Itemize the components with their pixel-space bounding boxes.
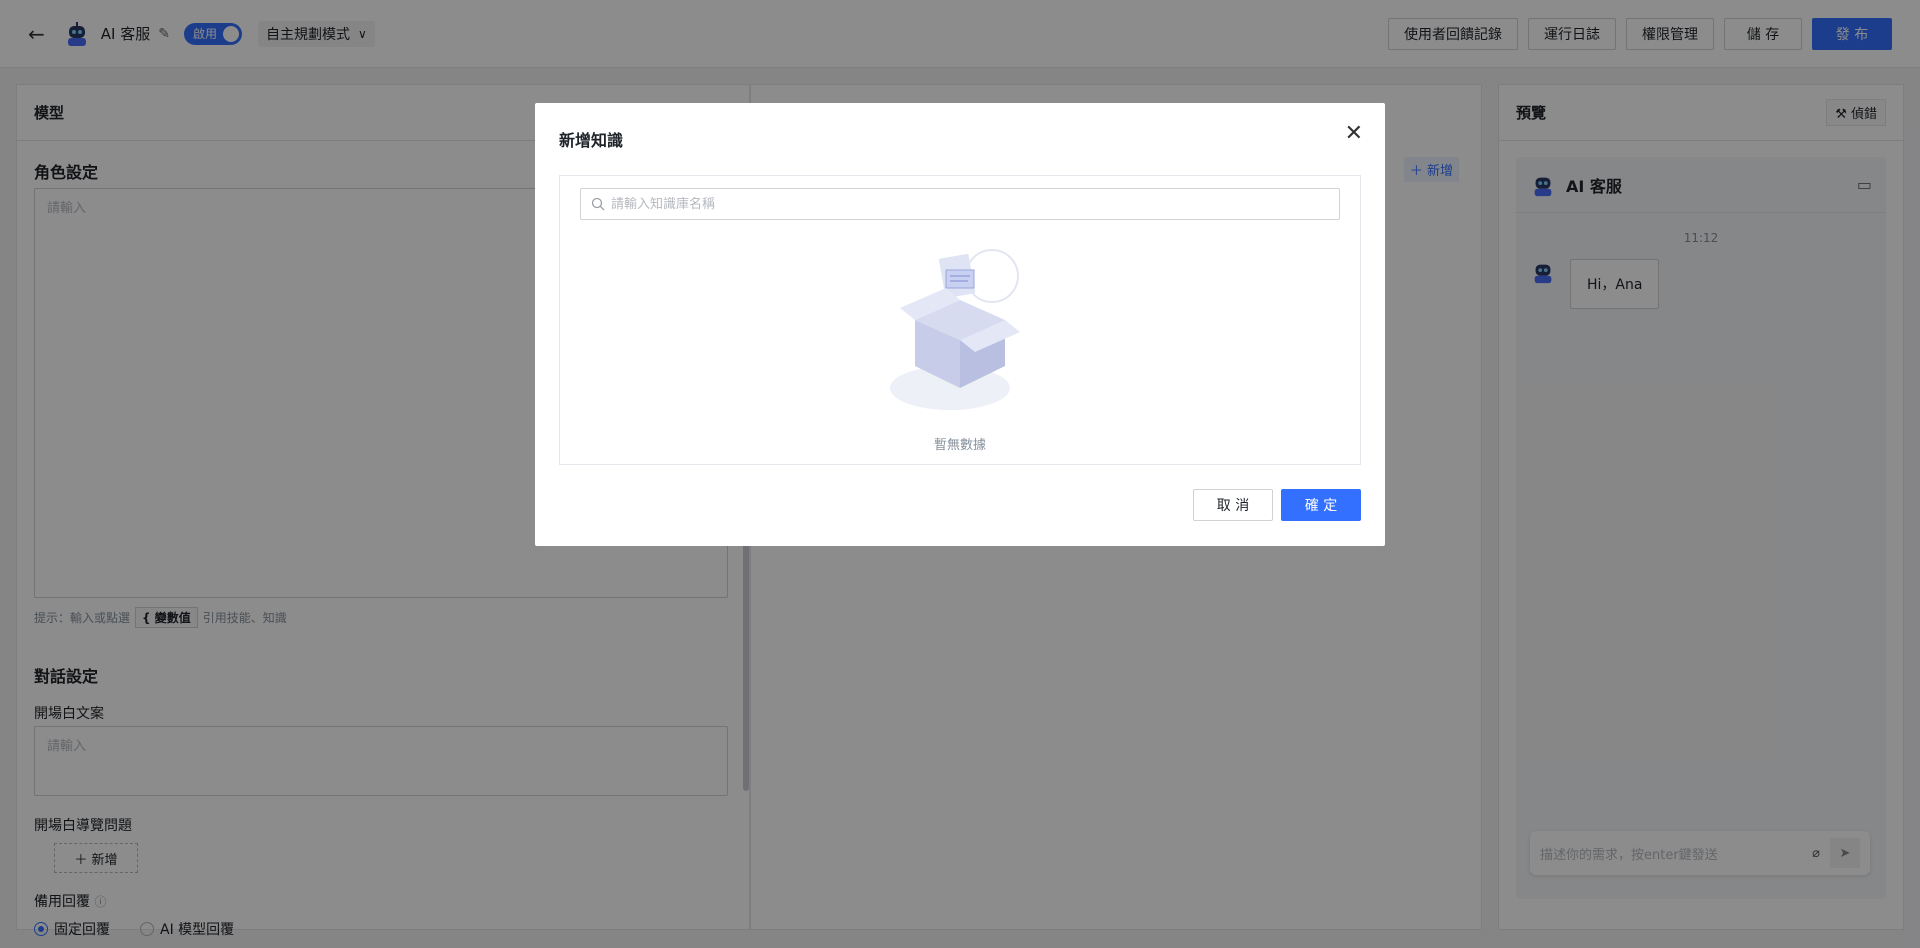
knowledge-search [580, 188, 1340, 220]
modal-footer: 取 消 確 定 [1193, 489, 1361, 521]
empty-text: 暫無數據 [933, 438, 986, 453]
knowledge-search-input[interactable] [611, 196, 1329, 212]
add-knowledge-modal: 新增知識 ✕ 暫無數據 取 消 確 定 [535, 103, 1385, 546]
cancel-button[interactable]: 取 消 [1193, 489, 1273, 521]
empty-box-illustration [890, 249, 1020, 410]
modal-title: 新增知識 [559, 131, 624, 150]
close-icon[interactable]: ✕ [1345, 123, 1363, 145]
confirm-button[interactable]: 確 定 [1281, 489, 1361, 521]
knowledge-list: 暫無數據 [559, 175, 1361, 465]
search-icon [591, 197, 605, 211]
